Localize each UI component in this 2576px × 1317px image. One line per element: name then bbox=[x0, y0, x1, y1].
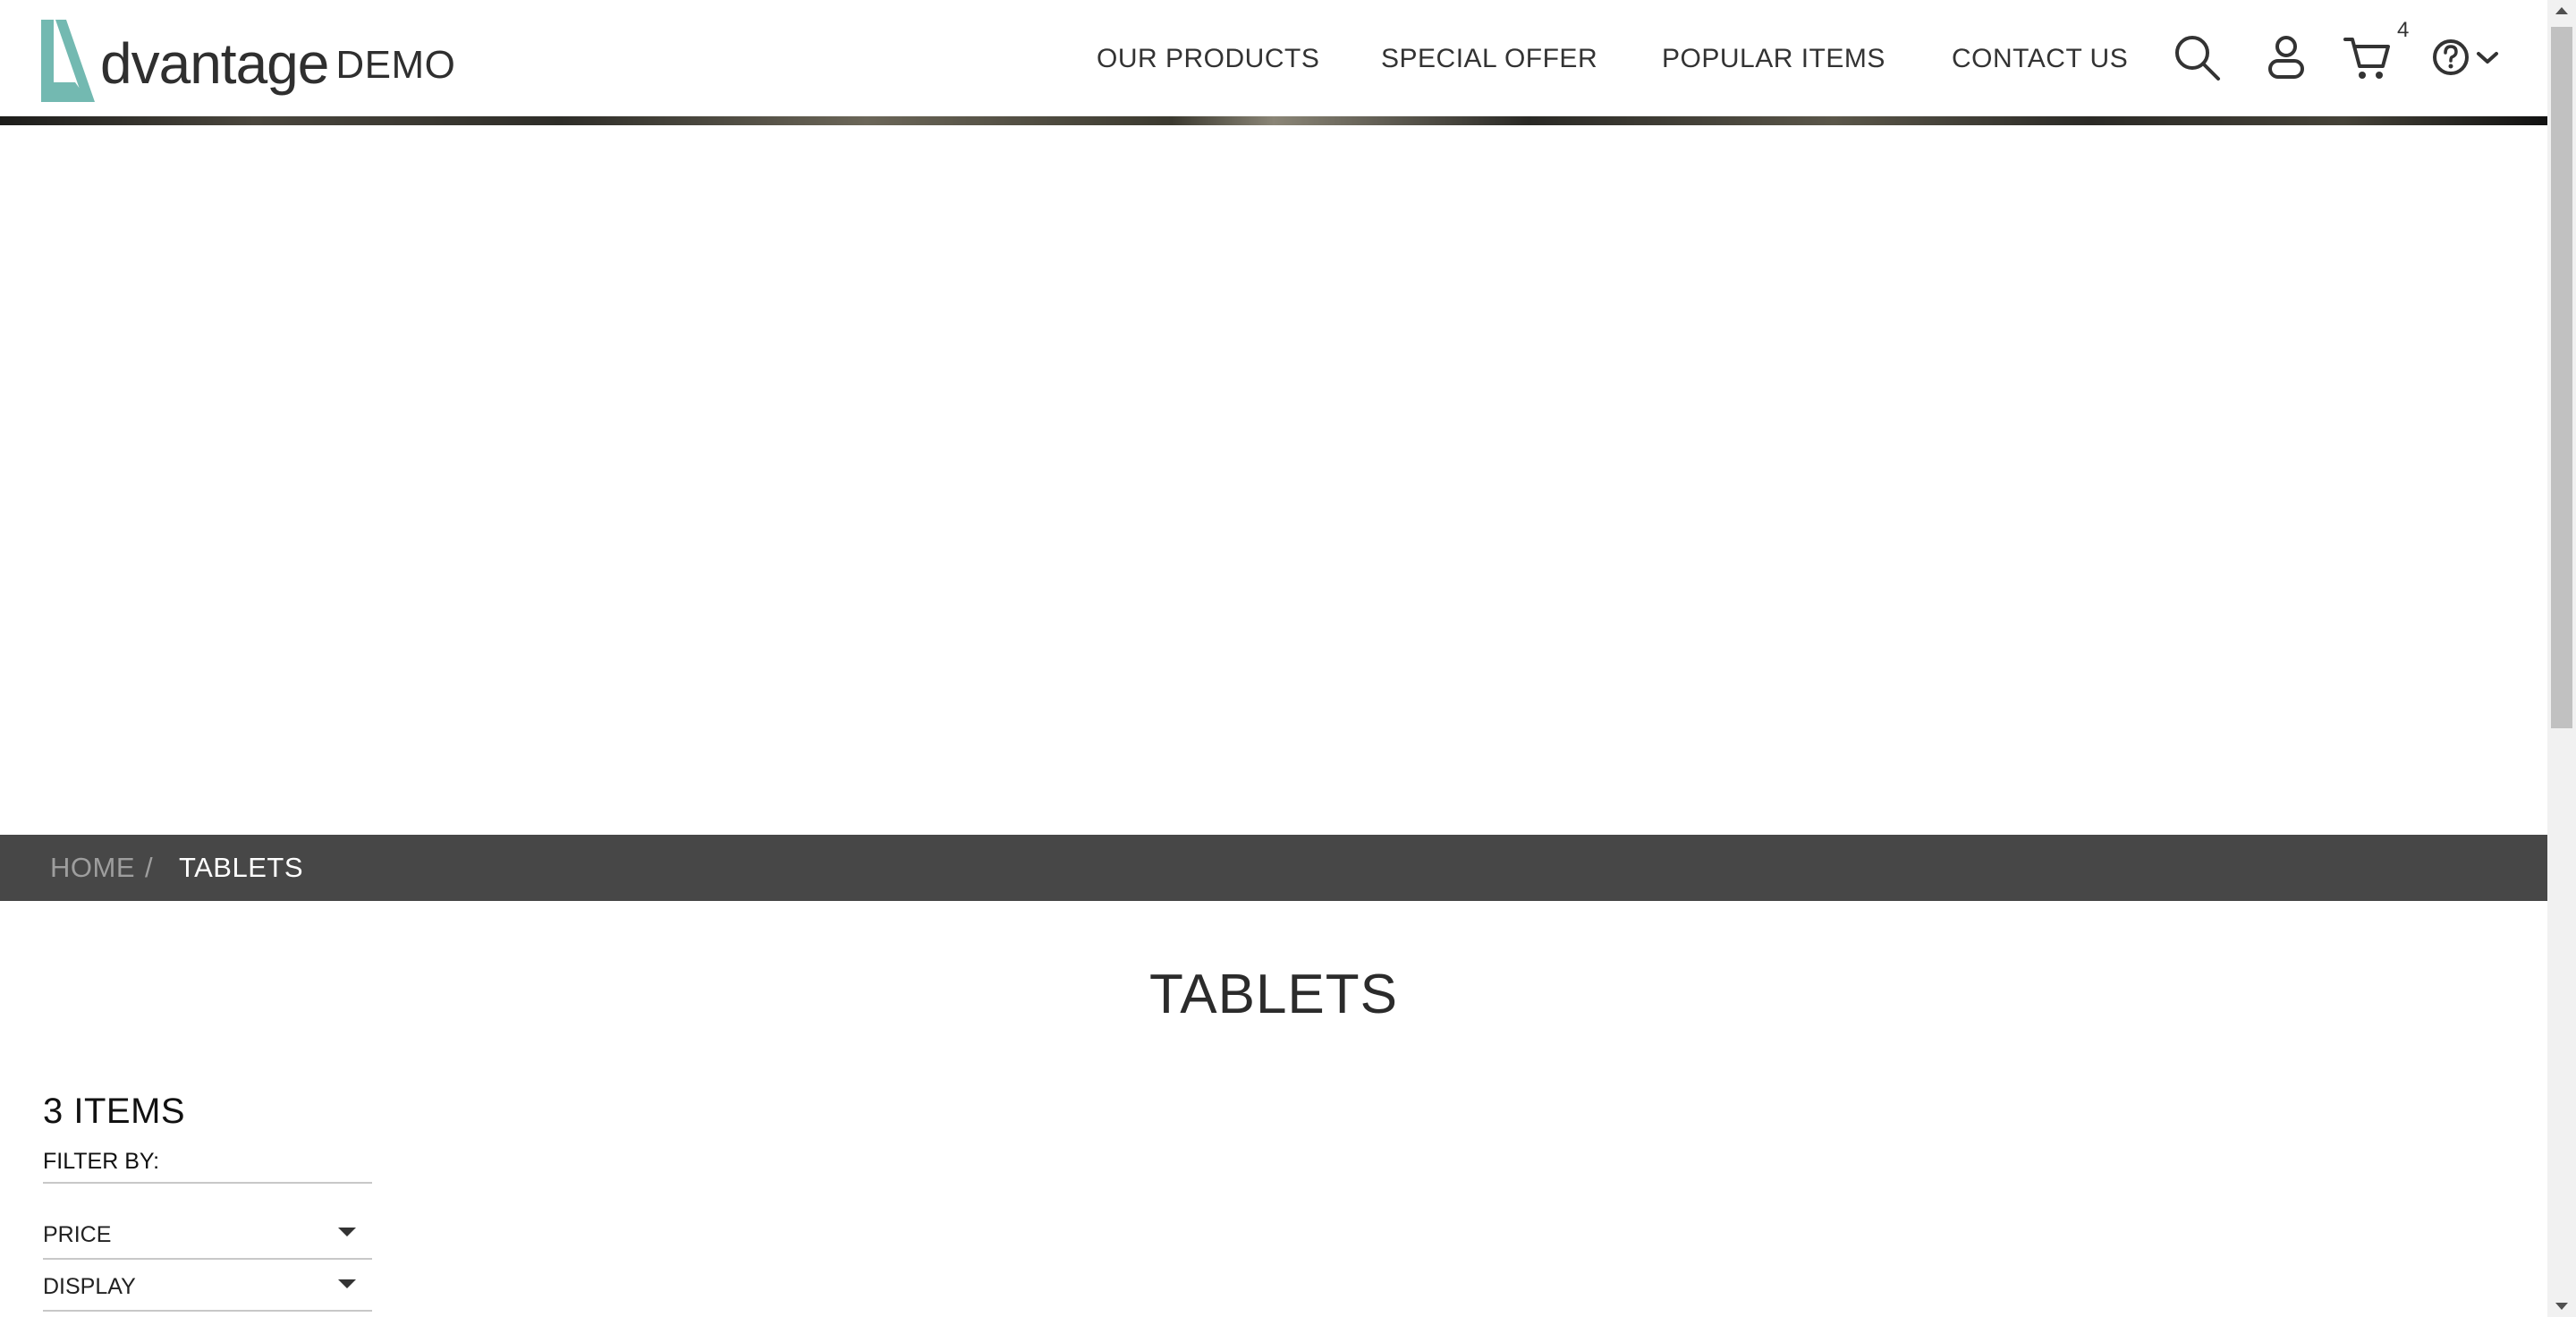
breadcrumb-home[interactable]: HOME bbox=[50, 853, 135, 883]
breadcrumb-current: TABLETS bbox=[179, 852, 304, 883]
cart-count-badge: 4 bbox=[2397, 18, 2410, 42]
hero-image-strip bbox=[0, 116, 2547, 125]
site-header: dvantage DEMO OUR PRODUCTS SPECIAL OFFER… bbox=[0, 0, 2547, 116]
scroll-down-arrow-icon[interactable] bbox=[2555, 1303, 2568, 1310]
divider bbox=[43, 1182, 372, 1184]
nav-popular-items[interactable]: POPULAR ITEMS bbox=[1662, 39, 1885, 79]
items-count: 3 ITEMS bbox=[43, 1092, 186, 1131]
nav-contact-us[interactable]: CONTACT US bbox=[1952, 39, 2128, 79]
breadcrumb: HOME / TABLETS bbox=[0, 835, 2547, 901]
divider bbox=[43, 1310, 372, 1312]
filter-display-label: DISPLAY bbox=[43, 1274, 136, 1299]
nav-special-offer[interactable]: SPECIAL OFFER bbox=[1381, 39, 1597, 79]
filter-price-label: PRICE bbox=[43, 1222, 112, 1247]
scroll-up-arrow-icon[interactable] bbox=[2555, 7, 2568, 14]
main-nav: OUR PRODUCTS SPECIAL OFFER POPULAR ITEMS… bbox=[0, 39, 2547, 79]
page-title: TABLETS bbox=[1148, 964, 1399, 1025]
cart-icon[interactable] bbox=[2342, 32, 2392, 82]
scrollbar-thumb[interactable] bbox=[2551, 27, 2572, 728]
help-icon[interactable] bbox=[2429, 32, 2479, 82]
page: dvantage DEMO OUR PRODUCTS SPECIAL OFFER… bbox=[0, 0, 2547, 1317]
nav-our-products[interactable]: OUR PRODUCTS bbox=[1097, 39, 1319, 79]
chevron-down-icon[interactable] bbox=[2474, 32, 2501, 82]
caret-down-icon bbox=[338, 1279, 356, 1288]
breadcrumb-separator: / bbox=[145, 852, 154, 883]
user-icon[interactable] bbox=[2261, 32, 2311, 82]
vertical-scrollbar[interactable] bbox=[2547, 0, 2576, 1317]
hero-banner bbox=[0, 125, 2547, 835]
search-icon[interactable] bbox=[2172, 32, 2222, 82]
filter-price[interactable]: PRICE bbox=[43, 1211, 372, 1258]
filter-by-label: FILTER BY: bbox=[43, 1149, 160, 1174]
caret-down-icon bbox=[338, 1228, 356, 1236]
divider bbox=[43, 1258, 372, 1260]
filter-display[interactable]: DISPLAY bbox=[43, 1263, 372, 1310]
